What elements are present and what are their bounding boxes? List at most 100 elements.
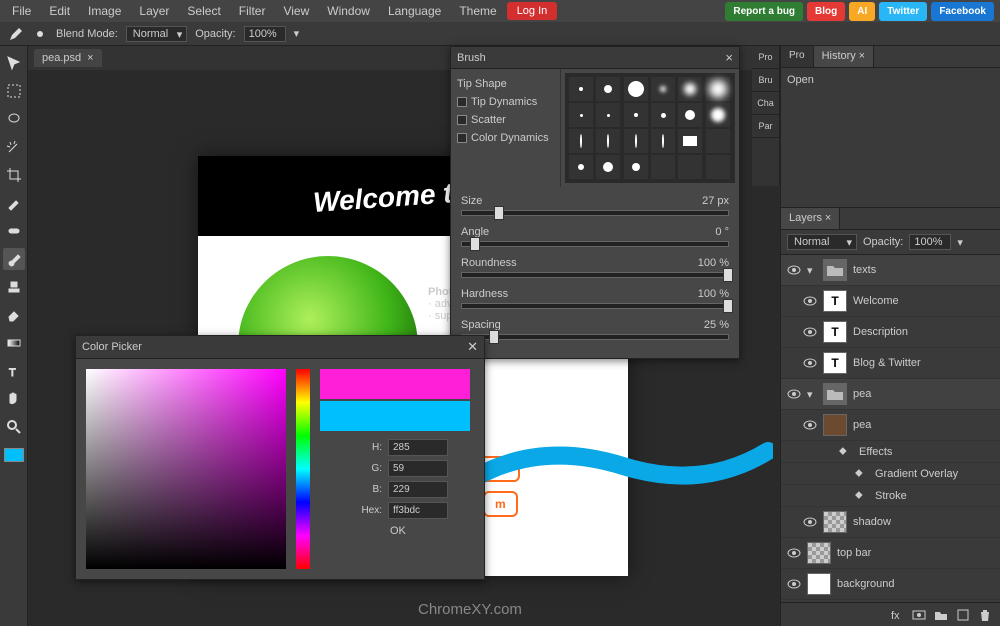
brush-preset[interactable] [651,155,675,179]
tab-pro[interactable]: Pro [781,46,814,67]
new-layer-icon[interactable] [956,608,970,622]
menu-view[interactable]: View [275,1,317,21]
hand-tool[interactable] [3,388,25,410]
layer-row[interactable]: background [781,569,1000,600]
chevron-down-icon[interactable]: ▾ [957,236,963,249]
close-icon[interactable]: × [859,50,865,62]
folder-icon[interactable] [934,608,948,622]
blog-button[interactable]: Blog [807,2,845,21]
brush-preset[interactable] [678,103,702,127]
move-tool[interactable] [3,52,25,74]
tab-layers[interactable]: Layers × [781,208,840,229]
slider-thumb[interactable] [470,237,480,251]
menu-language[interactable]: Language [380,1,449,21]
slider-track[interactable] [461,210,729,216]
brush-preset[interactable] [569,103,593,127]
checkbox-icon[interactable] [457,115,467,125]
menu-filter[interactable]: Filter [231,1,274,21]
visibility-icon[interactable] [803,325,817,339]
brush-preset[interactable] [651,77,675,101]
brush-preset[interactable] [651,129,675,153]
menu-select[interactable]: Select [179,1,228,21]
zoom-tool[interactable] [3,416,25,438]
brush-preset[interactable] [596,103,620,127]
color-input[interactable] [388,439,448,456]
visibility-icon[interactable] [803,294,817,308]
menu-file[interactable]: File [4,1,39,21]
color-input[interactable] [388,481,448,498]
slider-track[interactable] [461,303,729,309]
menu-layer[interactable]: Layer [131,1,177,21]
mask-icon[interactable] [912,608,926,622]
brush-tab-tip-dynamics[interactable]: Tip Dynamics [457,93,554,111]
menu-theme[interactable]: Theme [451,1,504,21]
trash-icon[interactable] [978,608,992,622]
stamp-tool[interactable] [3,276,25,298]
color-field[interactable] [86,369,286,569]
brush-tab-scatter[interactable]: Scatter [457,111,554,129]
brush-tool[interactable] [3,248,25,270]
checkbox-icon[interactable] [457,97,467,107]
login-button[interactable]: Log In [507,2,558,20]
brush-preset[interactable] [678,155,702,179]
ok-button[interactable]: OK [390,525,474,537]
brush-preset[interactable] [624,155,648,179]
brush-preset-icon[interactable] [32,26,48,42]
brush-preset[interactable] [706,103,730,127]
layer-row[interactable]: ▾ texts [781,255,1000,286]
layer-row[interactable]: ⬥ Effects [781,441,1000,463]
color-input[interactable] [388,502,448,519]
brush-tab-tip-shape[interactable]: Tip Shape [457,75,554,93]
hue-slider[interactable] [296,369,310,569]
slider-thumb[interactable] [723,268,733,282]
slider-thumb[interactable] [723,299,733,313]
layer-row[interactable]: T Welcome [781,286,1000,317]
brush-preset[interactable] [596,129,620,153]
visibility-icon[interactable] [803,515,817,529]
marquee-tool[interactable] [3,80,25,102]
mini-tab-par[interactable]: Par [752,115,779,138]
layer-opacity-input[interactable]: 100% [909,234,951,250]
foreground-color[interactable] [4,448,24,462]
brush-preset[interactable] [569,77,593,101]
gradient-tool[interactable] [3,332,25,354]
brush-preset[interactable] [569,129,593,153]
mini-tab-pro[interactable]: Pro [752,46,779,69]
twitter-button[interactable]: Twitter [879,2,927,21]
layer-row[interactable]: pea [781,410,1000,441]
layer-row[interactable]: ▾ pea [781,379,1000,410]
document-tab[interactable]: pea.psd × [34,49,102,67]
brush-preset[interactable] [651,103,675,127]
facebook-button[interactable]: Facebook [931,2,994,21]
brush-preset[interactable] [706,155,730,179]
close-icon[interactable]: × [725,50,733,65]
menu-image[interactable]: Image [80,1,129,21]
layer-row[interactable]: T Description [781,317,1000,348]
brush-preset[interactable] [706,77,730,101]
fx-icon[interactable]: fx [890,608,904,622]
ai-button[interactable]: AI [849,2,875,21]
brush-preset[interactable] [596,77,620,101]
color-input[interactable] [388,460,448,477]
visibility-icon[interactable] [787,263,801,277]
eraser-tool[interactable] [3,304,25,326]
opacity-input[interactable]: 100% [244,26,286,42]
brush-preset[interactable] [596,155,620,179]
tab-history[interactable]: History × [814,46,874,67]
chevron-down-icon[interactable]: ▾ [807,388,817,401]
layer-row[interactable]: T Blog & Twitter [781,348,1000,379]
crop-tool[interactable] [3,164,25,186]
report-bug-button[interactable]: Report a bug [725,2,803,21]
mini-tab-bru[interactable]: Bru [752,69,779,92]
checkbox-icon[interactable] [457,133,467,143]
visibility-icon[interactable] [803,418,817,432]
brush-tab-color-dynamics[interactable]: Color Dynamics [457,129,554,147]
blend-mode-select[interactable]: Normal [126,26,187,42]
wand-tool[interactable] [3,136,25,158]
slider-track[interactable] [461,334,729,340]
visibility-icon[interactable] [787,546,801,560]
brush-preset[interactable] [569,155,593,179]
brush-preset[interactable] [678,77,702,101]
mini-tab-cha[interactable]: Cha [752,92,779,115]
brush-preset[interactable] [706,129,730,153]
